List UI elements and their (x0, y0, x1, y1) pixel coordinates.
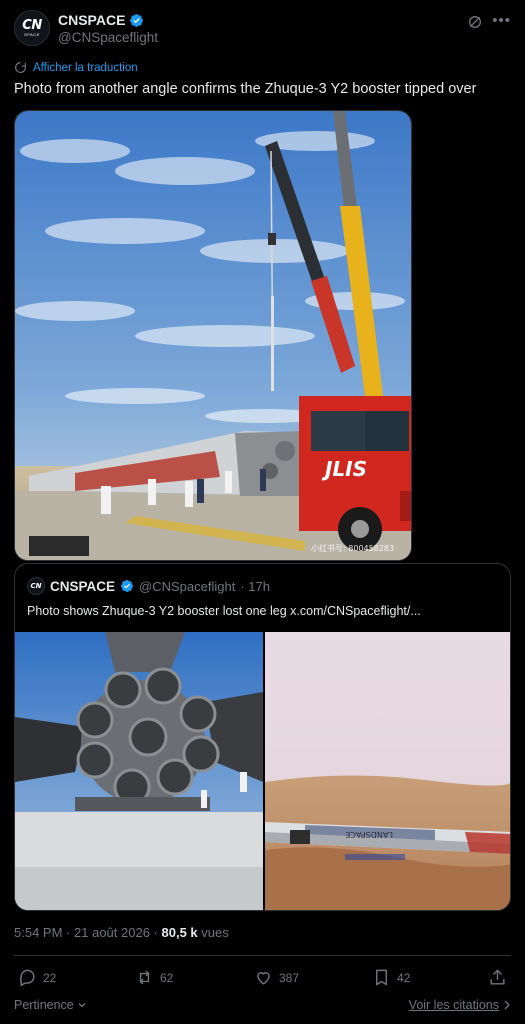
chevron-down-icon (78, 1003, 86, 1008)
sort-dropdown[interactable]: Pertinence (14, 998, 87, 1012)
avatar-logo-subtext: SPACE (24, 31, 40, 37)
share-button[interactable] (488, 968, 507, 987)
quoted-tweet-text: Photo shows Zhuque-3 Y2 booster lost one… (27, 604, 421, 618)
quoted-tweet-header: CN CNSPACE @CNSpaceflight · 17h (27, 577, 270, 595)
meta-separator: · (153, 925, 158, 940)
bookmark-button[interactable]: 42 (372, 968, 410, 987)
photo-watermark: 小红书号: 800458283 (311, 543, 394, 553)
views-count: 80,5 k (161, 925, 198, 940)
translate-label[interactable]: Afficher la traduction (33, 62, 138, 74)
reply-icon (19, 969, 35, 987)
verified-badge-icon (121, 580, 133, 592)
action-bar: 22 62 387 42 (14, 964, 511, 994)
translate-icon (15, 62, 26, 73)
repost-button[interactable]: 62 (135, 968, 173, 987)
quoted-tweet-link[interactable]: x.com/CNSpaceflight/... (290, 604, 421, 618)
author-avatar[interactable]: CN SPACE (14, 10, 50, 46)
quoted-photo-engines[interactable] (15, 632, 263, 910)
share-icon (490, 969, 505, 985)
tweet-time[interactable]: 5:54 PM (14, 925, 62, 940)
replies-toolbar: Pertinence Voir les citations (14, 996, 511, 1018)
view-quotes-label: Voir les citations (408, 998, 499, 1012)
truck-logo: JLIS (321, 457, 367, 481)
quoted-author-avatar[interactable]: CN (27, 577, 45, 595)
sort-label: Pertinence (14, 998, 74, 1012)
quoted-photo-desert[interactable]: LANDSPACE (265, 632, 510, 910)
chevron-right-icon (504, 1000, 510, 1010)
tweet-text: Photo from another angle confirms the Zh… (14, 81, 477, 97)
quoted-author-handle[interactable]: @CNSpaceflight (139, 579, 235, 594)
tweet-meta: 5:54 PM · 21 août 2026 · 80,5 k vues (14, 925, 229, 940)
quoted-author-name[interactable]: CNSPACE (50, 579, 115, 594)
grok-icon[interactable] (467, 14, 483, 30)
tweet-header: CN SPACE CNSPACE @CNSpaceflight ••• (14, 10, 511, 50)
author-display-name[interactable]: CNSPACE (58, 12, 125, 28)
repost-icon (139, 970, 150, 985)
more-icon[interactable]: ••• (492, 12, 511, 29)
like-count: 387 (279, 970, 300, 985)
avatar-logo-text: CN (22, 17, 42, 33)
meta-separator: · (66, 925, 71, 940)
like-button[interactable]: 387 (254, 968, 299, 987)
author-name-row[interactable]: CNSPACE (58, 12, 144, 28)
view-quotes-link[interactable]: Voir les citations (409, 998, 511, 1012)
author-handle[interactable]: @CNSpaceflight (58, 30, 158, 45)
like-icon (257, 972, 270, 985)
photo-booster-engine-section (15, 632, 263, 910)
photo-booster-in-desert: LANDSPACE (265, 632, 510, 910)
divider (14, 955, 511, 956)
quoted-tweet-time[interactable]: · 17h (240, 579, 270, 594)
quoted-avatar-logo-text: CN (30, 582, 42, 590)
quoted-tweet-body: Photo shows Zhuque-3 Y2 booster lost one… (27, 604, 287, 618)
bookmark-icon (376, 969, 387, 986)
translate-button[interactable]: Afficher la traduction (14, 61, 138, 74)
reply-button[interactable]: 22 (18, 968, 56, 987)
reply-count: 22 (43, 970, 57, 985)
tweet-date[interactable]: 21 août 2026 (74, 925, 150, 940)
repost-count: 62 (160, 970, 174, 985)
tweet-photo[interactable]: JLIS 小红书号: 800458283 (14, 110, 412, 561)
bookmark-count: 42 (397, 970, 411, 985)
stage-lettering: LANDSPACE (345, 830, 393, 839)
verified-badge-icon (130, 13, 144, 27)
views-label: vues (201, 925, 229, 940)
photo-toppled-booster-with-cranes: JLIS 小红书号: 800458283 (15, 111, 411, 560)
quoted-tweet-card[interactable]: CN CNSPACE @CNSpaceflight · 17h Photo sh… (14, 563, 511, 911)
